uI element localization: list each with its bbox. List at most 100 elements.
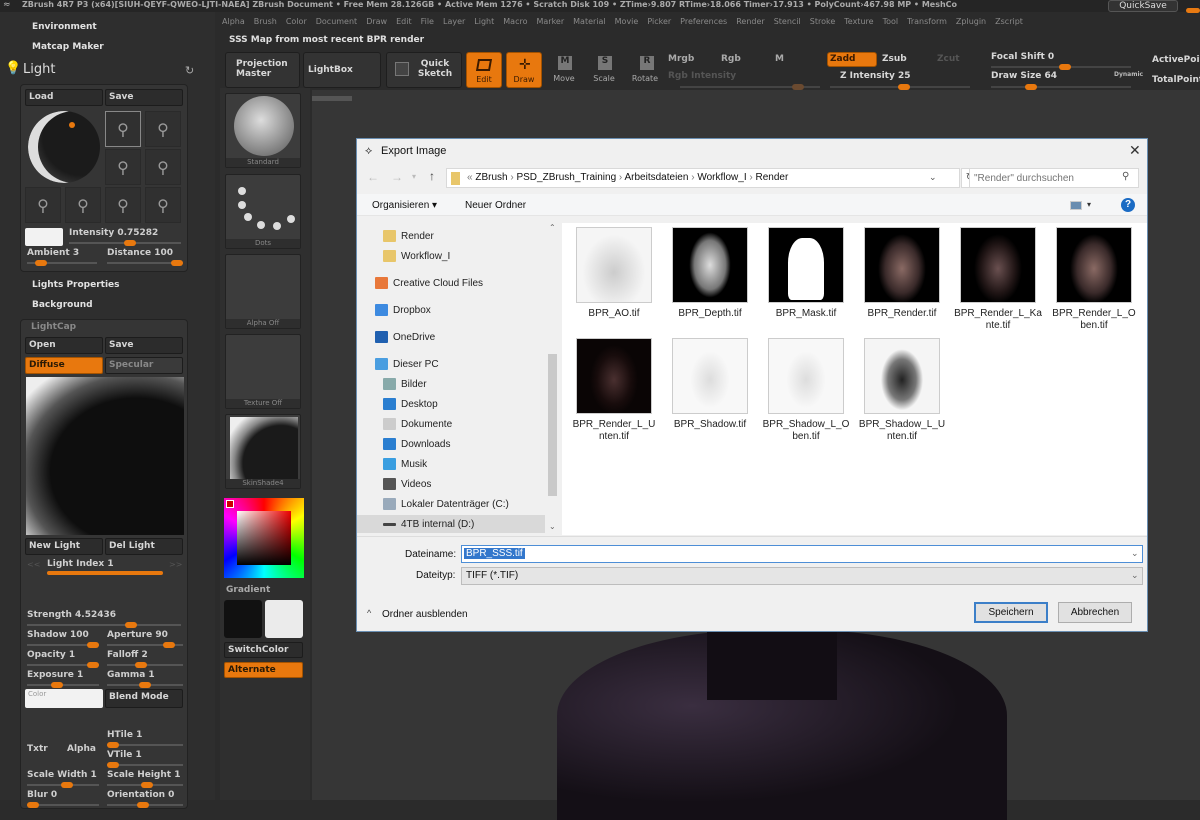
scroll-down-icon[interactable]: ⌄ bbox=[549, 522, 556, 531]
breadcrumb-item[interactable]: PSD_ZBrush_Training bbox=[516, 172, 616, 183]
intensity-slider[interactable] bbox=[69, 240, 181, 246]
menu-matcap-maker[interactable]: Matcap Maker bbox=[32, 42, 104, 52]
lightcap-open-button[interactable]: Open bbox=[25, 337, 103, 354]
file-item[interactable]: BPR_Shadow_L_Unten.tif bbox=[858, 338, 946, 443]
nav-item[interactable]: 4TB internal (D:) bbox=[357, 515, 545, 533]
quicksave-button[interactable]: QuickSave bbox=[1108, 0, 1178, 12]
light-slot-8[interactable]: ⚲ bbox=[145, 187, 181, 223]
save-button[interactable]: Speichern bbox=[974, 602, 1048, 623]
slider-knob[interactable] bbox=[1186, 8, 1200, 13]
menu-brush[interactable]: Brush bbox=[254, 17, 277, 26]
diffuse-button[interactable]: Diffuse bbox=[25, 357, 103, 374]
scroll-up-icon[interactable]: ⌃ bbox=[549, 223, 556, 232]
view-dropdown-icon[interactable]: ▾ bbox=[1087, 200, 1091, 209]
htile-slider[interactable] bbox=[107, 742, 183, 748]
dynamic-button[interactable]: Dynamic bbox=[1114, 71, 1143, 78]
light-slot-7[interactable]: ⚲ bbox=[105, 187, 141, 223]
breadcrumb-item[interactable]: Arbeitsdateien bbox=[625, 172, 689, 183]
menu-preferences[interactable]: Preferences bbox=[680, 17, 727, 26]
file-item[interactable]: BPR_Mask.tif bbox=[762, 227, 850, 320]
lightcap-save-button[interactable]: Save bbox=[105, 337, 183, 354]
edit-button[interactable]: Edit bbox=[466, 52, 502, 88]
file-item[interactable]: BPR_Depth.tif bbox=[666, 227, 754, 320]
blend-mode-button[interactable]: Blend Mode bbox=[105, 689, 183, 708]
file-item[interactable]: BPR_Shadow_L_Oben.tif bbox=[762, 338, 850, 443]
vtile-slider[interactable] bbox=[107, 762, 183, 768]
menu-color[interactable]: Color bbox=[286, 17, 307, 26]
light-position-handle[interactable] bbox=[69, 122, 75, 128]
forward-arrow-icon[interactable]: → bbox=[391, 170, 403, 184]
filename-dropdown-icon[interactable]: ⌄ bbox=[1131, 548, 1139, 559]
ambient-slider[interactable] bbox=[27, 260, 97, 266]
alpha-selector[interactable]: Alpha Off bbox=[225, 254, 301, 329]
falloff-slider[interactable] bbox=[107, 662, 183, 668]
nav-item[interactable]: Bilder bbox=[383, 375, 427, 393]
light-slot-4[interactable]: ⚲ bbox=[145, 149, 181, 185]
zsub-button[interactable]: Zsub bbox=[882, 54, 907, 64]
nav-item[interactable]: Dieser PC bbox=[375, 355, 439, 373]
breadcrumb-item[interactable]: Render bbox=[756, 172, 789, 183]
strength-slider[interactable] bbox=[27, 622, 181, 628]
light-slot-3[interactable]: ⚲ bbox=[105, 149, 141, 185]
rgb-intensity-slider[interactable] bbox=[680, 84, 820, 90]
switch-color-button[interactable]: SwitchColor bbox=[224, 642, 303, 658]
menu-light[interactable]: Light bbox=[474, 17, 494, 26]
alternate-button[interactable]: Alternate bbox=[224, 662, 303, 678]
cancel-button[interactable]: Abbrechen bbox=[1058, 602, 1132, 623]
recent-dropdown-icon[interactable]: ▾ bbox=[412, 172, 416, 181]
light-slot-6[interactable]: ⚲ bbox=[65, 187, 101, 223]
m-button[interactable]: M bbox=[775, 54, 784, 64]
light-index-slider[interactable] bbox=[47, 571, 163, 575]
menu-marker[interactable]: Marker bbox=[536, 17, 564, 26]
file-item[interactable]: BPR_AO.tif bbox=[570, 227, 658, 320]
filetype-dropdown-icon[interactable]: ⌄ bbox=[1131, 570, 1139, 581]
gamma-slider[interactable] bbox=[107, 682, 183, 688]
rgb-button[interactable]: Rgb bbox=[721, 54, 741, 64]
lightcap-title[interactable]: LightCap bbox=[31, 322, 76, 332]
shadow-slider[interactable] bbox=[27, 642, 99, 648]
search-field[interactable]: ⚲ bbox=[969, 168, 1139, 188]
orientation-slider[interactable] bbox=[107, 802, 183, 808]
move-button[interactable]: M Move bbox=[550, 56, 578, 86]
new-folder-button[interactable]: Neuer Ordner bbox=[465, 200, 526, 211]
menu-texture[interactable]: Texture bbox=[844, 17, 873, 26]
stroke-selector[interactable]: Dots bbox=[225, 174, 301, 249]
light-color-field[interactable]: Color bbox=[25, 689, 103, 708]
focal-shift-slider[interactable] bbox=[991, 64, 1131, 70]
z-intensity-slider[interactable] bbox=[830, 84, 970, 90]
filetype-select[interactable]: TIFF (*.TIF) ⌄ bbox=[461, 567, 1143, 585]
menu-alpha[interactable]: Alpha bbox=[222, 17, 245, 26]
blur-slider[interactable] bbox=[27, 802, 99, 808]
nav-item[interactable]: Dokumente bbox=[383, 415, 452, 433]
nav-item[interactable]: Creative Cloud Files bbox=[375, 274, 483, 292]
breadcrumb-item[interactable]: Workflow_I bbox=[697, 172, 746, 183]
nav-item[interactable]: OneDrive bbox=[375, 328, 435, 346]
menu-transform[interactable]: Transform bbox=[907, 17, 947, 26]
nav-item[interactable]: Dropbox bbox=[375, 301, 431, 319]
nav-item[interactable]: Musik bbox=[383, 455, 427, 473]
address-bar[interactable]: « ZBrush › PSD_ZBrush_Training › Arbeits… bbox=[446, 168, 960, 188]
draw-button[interactable]: ✛ Draw bbox=[506, 52, 542, 88]
nav-item[interactable]: Render bbox=[383, 227, 434, 245]
secondary-color-swatch[interactable] bbox=[224, 600, 262, 638]
menu-material[interactable]: Material bbox=[573, 17, 606, 26]
canvas-scroll-tab[interactable] bbox=[312, 96, 352, 101]
del-light-button[interactable]: Del Light bbox=[105, 538, 183, 555]
scale-width-slider[interactable] bbox=[27, 782, 99, 788]
search-input[interactable] bbox=[974, 171, 1114, 185]
file-item[interactable]: BPR_Render.tif bbox=[858, 227, 946, 320]
quick-sketch-button[interactable]: Quick Sketch bbox=[386, 52, 462, 88]
menu-file[interactable]: File bbox=[421, 17, 434, 26]
zcut-button[interactable]: Zcut bbox=[937, 54, 960, 64]
lightbox-button[interactable]: LightBox bbox=[303, 52, 381, 88]
address-dropdown-icon[interactable]: ⌄ bbox=[929, 172, 937, 183]
nav-item[interactable]: Workflow_I bbox=[383, 247, 450, 265]
light-slot-5[interactable]: ⚲ bbox=[25, 187, 61, 223]
opacity-slider[interactable] bbox=[27, 662, 99, 668]
scale-height-slider[interactable] bbox=[107, 782, 183, 788]
up-arrow-icon[interactable]: ↑ bbox=[429, 169, 435, 183]
nav-item[interactable]: Downloads bbox=[383, 435, 450, 453]
menu-render[interactable]: Render bbox=[736, 17, 764, 26]
main-color-swatch[interactable] bbox=[265, 600, 303, 638]
menu-tool[interactable]: Tool bbox=[883, 17, 899, 26]
